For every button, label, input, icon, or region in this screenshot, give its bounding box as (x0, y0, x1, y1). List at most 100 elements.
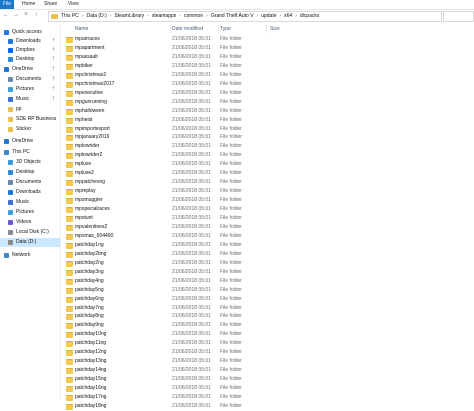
breadcrumb-item[interactable]: SteamLibrary (114, 13, 144, 19)
pin-icon[interactable]: † (52, 37, 55, 46)
nav-item[interactable]: Pictures † (0, 85, 60, 94)
nav-item[interactable]: Downloads † (0, 37, 60, 46)
nav-item[interactable]: Music (0, 198, 60, 207)
nav-item[interactable]: OneDrive (0, 137, 60, 146)
list-item[interactable]: patchday17ng 21/06/2018 05:01 File folder (62, 393, 392, 402)
breadcrumb-item[interactable]: dlcpacks (300, 13, 319, 19)
list-item[interactable]: mplowrider2 21/06/2018 05:01 File folder (62, 151, 392, 160)
nav-item[interactable]: Data (D:) (0, 238, 60, 247)
list-item[interactable]: patchday7ng 21/06/2018 05:01 File folder (62, 304, 392, 313)
search-input[interactable] (443, 11, 474, 22)
pin-icon[interactable]: † (52, 75, 55, 84)
column-header-date-modified[interactable]: Date modified (172, 25, 203, 33)
nav-item[interactable]: Desktop (0, 168, 60, 177)
nav-item[interactable]: Documents † (0, 75, 60, 84)
list-item[interactable]: patchday1ng 21/06/2018 05:01 File folder (62, 241, 392, 250)
up-arrow-icon[interactable]: ↑ (32, 11, 40, 20)
breadcrumb-item[interactable]: common (184, 13, 203, 19)
list-item[interactable]: mppatchesng 21/06/2018 05:01 File folder (62, 178, 392, 187)
list-item[interactable]: mpvalentines2 21/06/2018 05:01 File folder (62, 223, 392, 232)
list-item[interactable]: mpluxe2 21/06/2018 05:01 File folder (62, 169, 392, 178)
breadcrumb-item[interactable]: update (261, 13, 276, 19)
nav-item[interactable]: Network (0, 251, 60, 260)
column-divider[interactable] (266, 25, 267, 33)
nav-item[interactable]: Documents (0, 178, 60, 187)
nav-item[interactable]: Pictures (0, 208, 60, 217)
pin-icon[interactable]: † (52, 65, 55, 74)
nav-item[interactable]: OneDrive † (0, 65, 60, 74)
list-item[interactable]: patchday10ng 21/06/2018 05:01 File folder (62, 330, 392, 339)
pin-icon[interactable]: † (52, 85, 55, 94)
list-item[interactable]: patchday18ng 21/06/2018 05:01 File folder (62, 402, 392, 411)
nav-item[interactable]: SDE RP Business (0, 115, 60, 124)
list-item[interactable]: mplowrider 21/06/2018 05:01 File folder (62, 142, 392, 151)
list-item[interactable]: mpjanuary2016 21/06/2018 05:01 File folder (62, 133, 392, 142)
tab-view[interactable]: View (68, 0, 79, 9)
list-item[interactable]: patchday4ng 21/06/2018 05:01 File folder (62, 277, 392, 286)
list-item[interactable]: mpgunrunning 21/06/2018 05:01 File folder (62, 98, 392, 107)
nav-item[interactable]: This PC (0, 148, 60, 157)
list-item[interactable]: mpairraces 21/06/2018 05:01 File folder (62, 35, 392, 44)
list-item[interactable]: patchday12ng 21/06/2018 05:01 File folder (62, 348, 392, 357)
list-item[interactable]: patchday3ng 21/06/2018 05:01 File folder (62, 268, 392, 277)
list-item[interactable]: patchday6ng 21/06/2018 05:01 File folder (62, 295, 392, 304)
list-item[interactable]: mpluxe 21/06/2018 05:01 File folder (62, 160, 392, 169)
nav-item[interactable]: Videos (0, 218, 60, 227)
list-item[interactable]: mpapartment 21/06/2018 05:01 File folder (62, 44, 392, 53)
nav-item[interactable]: Local Disk (C:) (0, 228, 60, 237)
pin-icon[interactable]: † (52, 46, 55, 55)
nav-item[interactable]: Downloads (0, 188, 60, 197)
list-item[interactable]: mpbiker 21/06/2018 05:01 File folder (62, 62, 392, 71)
folder-icon (66, 386, 73, 393)
column-header-size[interactable]: Size (270, 25, 280, 33)
nav-item[interactable]: Dropbox † (0, 46, 60, 55)
list-item[interactable]: patchday9ng 21/06/2018 05:01 File folder (62, 321, 392, 330)
nav-item[interactable]: Sticker (0, 125, 60, 134)
list-item[interactable]: patchday14ng 21/06/2018 05:01 File folder (62, 366, 392, 375)
tab-file[interactable]: File (0, 0, 14, 9)
tab-share[interactable]: Share (44, 0, 57, 9)
breadcrumb-item[interactable]: This PC (61, 13, 79, 19)
list-item[interactable]: mpheist 21/06/2018 05:01 File folder (62, 116, 392, 125)
list-item[interactable]: mpsmuggler 21/06/2018 05:01 File folder (62, 196, 392, 205)
list-item[interactable]: mpchristmas2 21/06/2018 05:01 File folder (62, 71, 392, 80)
column-header-type[interactable]: Type (220, 25, 231, 33)
list-item[interactable]: mpassault 21/06/2018 05:01 File folder (62, 53, 392, 62)
list-item[interactable]: patchday2ng 21/06/2018 05:01 File folder (62, 259, 392, 268)
pin-icon[interactable]: † (52, 95, 55, 104)
nav-item[interactable]: Music † (0, 95, 60, 104)
column-divider[interactable] (170, 25, 171, 33)
list-item[interactable]: mpexecutive 21/06/2018 05:01 File folder (62, 89, 392, 98)
list-item[interactable]: mpspecialraces 21/06/2018 05:01 File folde… (62, 205, 392, 214)
back-arrow-icon[interactable]: ← (2, 11, 10, 20)
list-item[interactable]: patchday11ng 21/06/2018 05:01 File folder (62, 339, 392, 348)
list-item[interactable]: mphalloween 21/06/2018 05:01 File folder (62, 107, 392, 116)
list-item[interactable]: patchday5ng 21/06/2018 05:01 File folder (62, 286, 392, 295)
nav-item[interactable]: 3D Objects (0, 158, 60, 167)
date-modified: 21/06/2018 05:01 (172, 71, 211, 78)
list-item[interactable]: mpimportexport 21/06/2018 05:01 File folde… (62, 125, 392, 134)
list-item[interactable]: mpreplay 21/06/2018 05:01 File folder (62, 187, 392, 196)
list-item[interactable]: patchday15ng 21/06/2018 05:01 File folder (62, 375, 392, 384)
column-header-name[interactable]: Name (75, 25, 88, 33)
address-bar[interactable]: This PC › Data (D:) › SteamLibrary › steamapps… (48, 11, 442, 22)
breadcrumb-item[interactable]: steamapps (152, 13, 176, 19)
pin-icon[interactable]: † (52, 55, 55, 64)
nav-item[interactable]: Desktop † (0, 55, 60, 64)
file-type: File folder (220, 125, 242, 132)
list-item[interactable]: patchday2bng 21/06/2018 05:01 File folder (62, 250, 392, 259)
tab-home[interactable]: Home (22, 0, 35, 9)
column-divider[interactable] (218, 25, 219, 33)
list-item[interactable]: mpxmas_604490 21/06/2018 05:01 File folder (62, 232, 392, 241)
nav-item[interactable]: pp (0, 105, 60, 114)
breadcrumb-item[interactable]: Data (D:) (86, 13, 106, 19)
breadcrumb-item[interactable]: Grand Theft Auto V (211, 13, 254, 19)
list-item[interactable]: mpstunt 21/06/2018 05:01 File folder (62, 214, 392, 223)
recent-chevron-down-icon[interactable]: ˅ (22, 11, 30, 20)
nav-item[interactable]: Quick access (0, 28, 60, 37)
list-item[interactable]: patchday8ng 21/06/2018 05:01 File folder (62, 312, 392, 321)
list-item[interactable]: patchday13ng 21/06/2018 05:01 File folder (62, 357, 392, 366)
list-item[interactable]: mpchristmas2017 21/06/2018 05:01 File fold… (62, 80, 392, 89)
forward-arrow-icon[interactable]: → (12, 11, 20, 20)
list-item[interactable]: patchday16ng 21/06/2018 05:01 File folder (62, 384, 392, 393)
